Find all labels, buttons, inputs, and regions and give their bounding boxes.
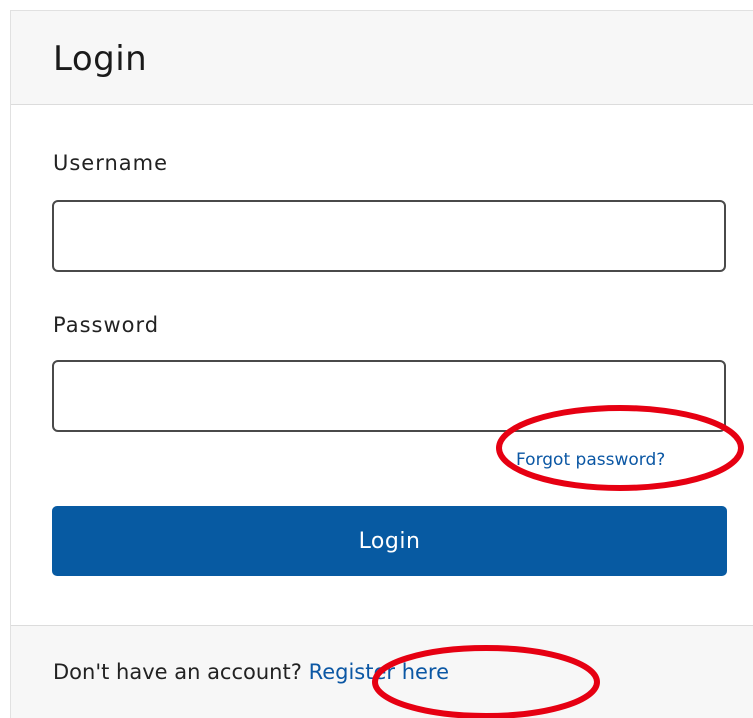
password-field[interactable]	[52, 360, 726, 432]
register-link[interactable]: Register here	[309, 660, 449, 684]
username-label: Username	[53, 151, 169, 175]
login-button[interactable]: Login	[52, 506, 727, 576]
username-field[interactable]	[52, 200, 726, 272]
password-label: Password	[53, 313, 160, 337]
login-card: Login Username Password Forgot password?…	[10, 10, 753, 718]
forgot-password-link[interactable]: Forgot password?	[516, 450, 665, 470]
card-footer: Don't have an account? Register here	[11, 625, 753, 718]
page-title: Login	[53, 39, 148, 79]
card-header: Login	[11, 11, 753, 105]
login-page: Login Username Password Forgot password?…	[0, 0, 753, 718]
register-prompt: Don't have an account?	[53, 660, 302, 684]
footer-text: Don't have an account? Register here	[53, 660, 449, 684]
